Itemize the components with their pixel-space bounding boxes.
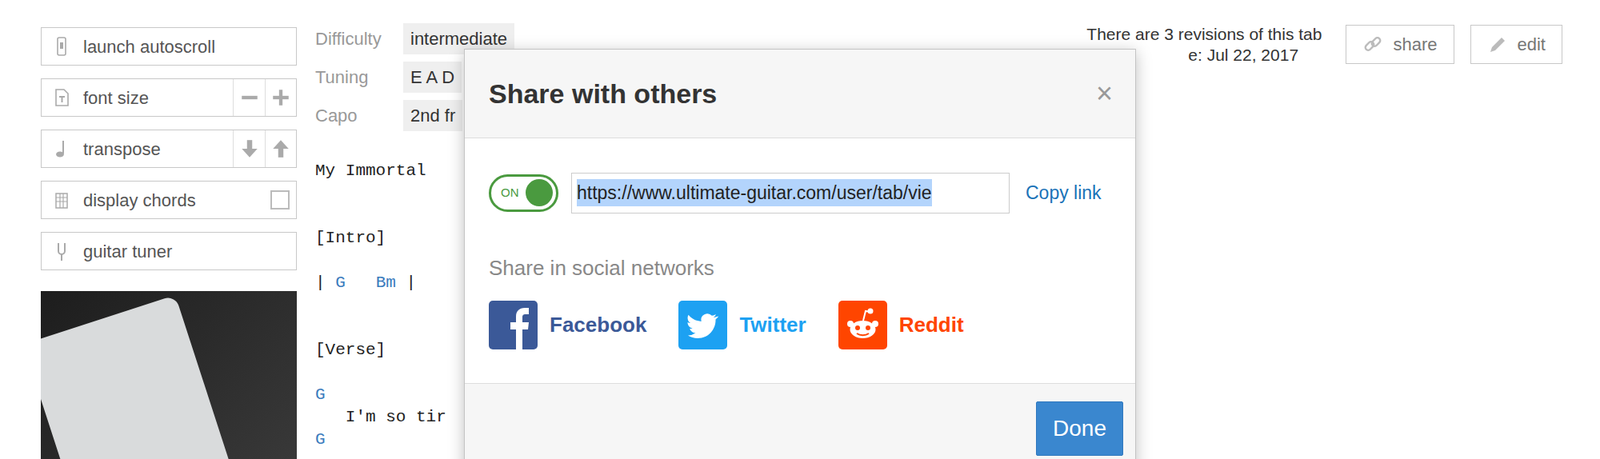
checkbox[interactable] [270,190,290,210]
ad-photo[interactable] [40,291,297,459]
sidebar-button[interactable]: launch autoscroll [40,27,297,66]
sidebar: launch autoscroll font size transpose displ… [40,19,297,459]
copy-link-button[interactable]: Copy link [1025,179,1102,208]
done-button[interactable]: Done [1036,401,1124,456]
social-networks: Facebook Twitter Reddit [488,300,1112,350]
tab-actions: There are 3 revisions of this tabe: Jul … [1086,19,1563,459]
chord[interactable]: Bm [376,273,396,292]
meta-label: Capo [315,102,404,129]
modal-body: ON https://www.ultimate-guitar.com/user/t… [464,138,1136,384]
meta-value[interactable]: 2nd fr [403,100,463,132]
url-row: ON https://www.ultimate-guitar.com/user/t… [488,170,1112,216]
tab-text-segment: My Immortal [315,161,427,180]
sidebar-button-label[interactable]: font size [41,79,233,116]
share-reddit-button[interactable]: Reddit [838,300,964,350]
share-url-field[interactable]: https://www.ultimate-guitar.com/user/tab… [571,172,1010,214]
sidebar-button[interactable]: display chords [40,180,297,220]
share-twitter-button[interactable]: Twitter [678,300,806,350]
tab-text-segment: [Intro] [315,228,386,248]
twitter-icon [678,300,728,350]
phone-icon [51,36,72,57]
sidebar-button[interactable]: guitar tuner [40,232,297,271]
social-heading: Share in social networks [488,255,1112,281]
sidebar-button-label[interactable]: launch autoscroll [41,28,296,65]
toggle-label: ON [500,184,520,203]
note-icon [51,138,72,160]
sidebar-button-label[interactable]: guitar tuner [41,232,296,270]
share-toggle[interactable]: ON [488,174,559,212]
share-url[interactable]: https://www.ultimate-guitar.com/user/tab… [576,179,932,208]
chord[interactable]: G [315,385,326,404]
tuning-fork-icon [51,240,72,262]
share-facebook-button[interactable]: Facebook [488,300,647,350]
minus-button[interactable] [232,79,265,116]
edit-button[interactable]: edit [1470,24,1563,64]
arrow-up-button[interactable] [264,130,296,168]
tab-text-segment: | [315,273,336,292]
sidebar-button-label[interactable]: display chords [41,181,264,219]
reddit-icon [838,300,888,350]
arrow-down-icon [239,138,260,160]
sidebar-button[interactable]: transpose [40,129,297,168]
tab-text-segment: [Verse] [315,340,386,360]
share-modal: Share with others × ON https://www.ultimate… [464,48,1136,459]
link-icon [1362,34,1384,56]
toggle-knob [525,179,553,207]
revisions-count[interactable]: There are 3 revisions of this tab [1086,24,1322,45]
modal-footer: Done [464,383,1136,459]
facebook-icon [488,300,538,350]
plus-icon [270,87,292,108]
pedal-shape [40,295,235,459]
arrow-up-icon [270,138,292,160]
arrow-down-button[interactable] [232,130,265,168]
sidebar-button[interactable]: font size [40,78,297,117]
sidebar-button-label[interactable]: transpose [41,130,233,168]
checkbox-cell[interactable] [264,181,296,219]
pencil-icon [1487,34,1508,56]
chord[interactable]: G [335,273,346,292]
close-button[interactable]: × [1096,79,1113,108]
share-button[interactable]: share [1345,24,1454,64]
meta-value[interactable]: E A D [403,61,462,93]
meta-label: Tuning [315,64,404,91]
meta-label: Difficulty [315,25,404,52]
font-icon [51,87,72,108]
plus-button[interactable] [264,79,296,116]
modal-header: Share with others × [464,49,1136,139]
chord[interactable]: G [315,430,326,449]
chord-grid-icon [51,189,72,211]
minus-icon [239,87,260,108]
modal-title: Share with others [488,73,717,115]
tab-text-segment: I'm so tir [315,408,447,427]
tab-text-segment [345,273,376,292]
tab-text-segment: | [396,273,416,292]
